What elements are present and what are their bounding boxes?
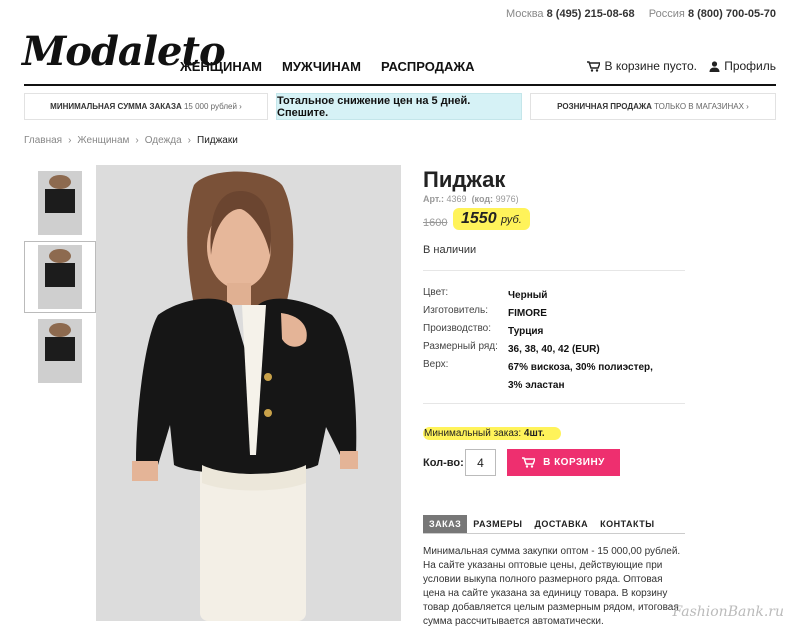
price-currency: руб.	[501, 214, 522, 226]
profile-link[interactable]: Профиль	[709, 59, 776, 73]
tab-delivery[interactable]: ДОСТАВКА	[528, 515, 594, 533]
thumbnail-image	[38, 245, 82, 309]
product-article: Арт.: 4369 (код: 9976)	[423, 194, 519, 204]
article-value: 4369	[446, 194, 467, 204]
thumbnail-1[interactable]	[24, 167, 96, 239]
order-description: Минимальная сумма закупки оптом - 15 000…	[423, 546, 681, 627]
spec-label: Изготовитель:	[423, 305, 488, 316]
promo-retail[interactable]: Розничная продажа только в магазинах ›	[530, 93, 776, 120]
cart-icon	[522, 457, 536, 468]
spec-row-fabric: Верх: 67% вискоза, 30% полиэстер, 3% элас…	[423, 359, 653, 395]
thumbnail-2[interactable]	[24, 241, 96, 313]
cart-link[interactable]: В корзине пусто.	[587, 59, 697, 73]
min-order-value: 4шт.	[523, 428, 545, 439]
article-label: Арт.:	[423, 194, 444, 204]
tab-order[interactable]: ЗАКАЗ	[423, 515, 468, 533]
spec-label: Размерный ряд:	[423, 341, 498, 352]
product-title: Пиджак	[423, 167, 506, 192]
spec-label: Верх:	[423, 359, 449, 370]
promo-min-order-title: Минимальная сумма заказа	[50, 102, 182, 111]
thumbnail-image	[38, 171, 82, 235]
promo-min-order[interactable]: Минимальная сумма заказа 15 000 рублей ›	[24, 93, 268, 120]
tab-contacts[interactable]: КОНТАКТЫ	[594, 515, 660, 533]
nav-women[interactable]: ЖЕНЩИНАМ	[180, 59, 262, 74]
availability: В наличии	[423, 244, 477, 256]
fabric-line-2: 3% эластан	[508, 380, 565, 391]
profile-label: Профиль	[724, 59, 776, 73]
current-price: 1550 руб.	[453, 208, 530, 230]
user-icon	[709, 60, 720, 72]
spec-row-sizes: Размерный ряд: 36, 38, 40, 42 (EUR)	[423, 341, 600, 359]
quantity-input[interactable]: 4	[465, 449, 496, 476]
quantity-label: Кол-во:	[423, 457, 464, 469]
tab-sizes[interactable]: РАЗМЕРЫ	[467, 515, 528, 533]
city-russia: Россия	[648, 8, 685, 20]
spec-row-maker: Изготовитель: FIMORE	[423, 305, 547, 323]
crumb-home[interactable]: Главная	[24, 135, 62, 146]
code-value: 9976)	[495, 194, 519, 204]
phone-moscow[interactable]: 8 (495) 215-08-68	[547, 8, 635, 20]
breadcrumb: Главная › Женщинам › Одежда › Пиджаки	[24, 135, 238, 146]
nav-sale[interactable]: РАСПРОДАЖА	[381, 59, 475, 74]
top-contacts: Москва 8 (495) 215-08-68 Россия 8 (800) …	[506, 8, 776, 20]
phone-russia[interactable]: 8 (800) 700-05-70	[688, 8, 776, 20]
spec-value: 67% вискоза, 30% полиэстер, 3% эластан	[508, 359, 653, 395]
promo-min-order-value: 15 000 рублей ›	[183, 102, 242, 111]
add-to-cart-label: В КОРЗИНУ	[543, 457, 605, 468]
tabs-underline	[423, 533, 685, 534]
crumb-clothes[interactable]: Одежда	[145, 135, 182, 146]
nav-men[interactable]: МУЖЧИНАМ	[282, 59, 361, 74]
spec-row-color: Цвет: Черный	[423, 287, 547, 305]
old-price: 1600	[423, 217, 448, 229]
main-nav: ЖЕНЩИНАМ МУЖЧИНАМ РАСПРОДАЖА	[180, 59, 475, 74]
thumbnail-3[interactable]	[24, 315, 96, 387]
min-order-note: Минимальный заказ: 4шт.	[423, 427, 561, 440]
code-label: (код:	[471, 194, 494, 204]
cart-icon	[587, 60, 601, 72]
spec-label: Производство:	[423, 323, 491, 334]
promo-retail-title: Розничная продажа	[557, 102, 652, 111]
spec-value: FIMORE	[508, 308, 547, 319]
thumbnail-image	[38, 319, 82, 383]
info-tabs: ЗАКАЗ РАЗМЕРЫ ДОСТАВКА КОНТАКТЫ	[423, 515, 661, 533]
cart-status: В корзине пусто.	[604, 59, 697, 73]
header-divider	[24, 84, 776, 86]
spec-value: 36, 38, 40, 42 (EUR)	[508, 344, 600, 355]
spec-label: Цвет:	[423, 287, 449, 298]
divider	[423, 403, 685, 404]
crumb-current: Пиджаки	[197, 135, 238, 146]
promo-sale-text: Тотальное снижение цен на 5 дней. Спешит…	[277, 94, 471, 119]
city-moscow: Москва	[505, 8, 544, 20]
spec-value: Черный	[508, 290, 548, 301]
watermark: FashionBank.ru	[672, 604, 784, 620]
promo-retail-value: только в магазинах ›	[654, 102, 749, 111]
crumb-women[interactable]: Женщинам	[77, 135, 129, 146]
divider	[423, 270, 685, 271]
spec-value: Турция	[508, 326, 544, 337]
price-value: 1550	[461, 210, 497, 227]
product-photo[interactable]	[96, 165, 401, 621]
min-order-label: Минимальный заказ:	[424, 428, 522, 439]
add-to-cart-button[interactable]: В КОРЗИНУ	[507, 449, 620, 476]
spec-row-origin: Производство: Турция	[423, 323, 543, 341]
promo-sale[interactable]: Тотальное снижение цен на 5 дней. Спешит…	[276, 93, 522, 120]
product-photo-illustration	[96, 165, 401, 621]
fabric-line-1: 67% вискоза, 30% полиэстер,	[508, 362, 653, 373]
